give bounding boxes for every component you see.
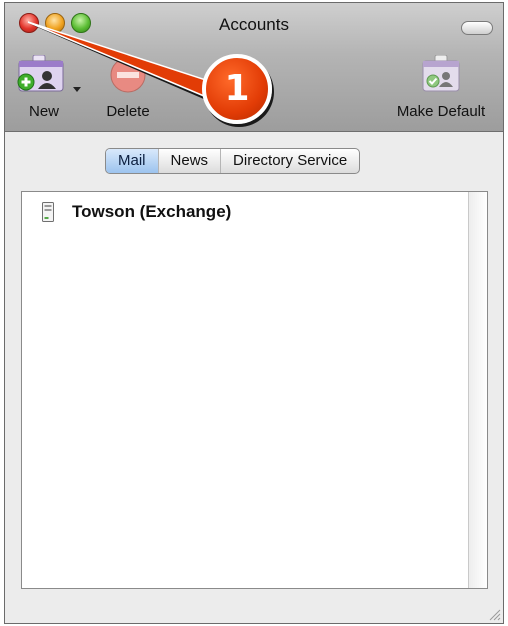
callout-number: 1	[224, 68, 250, 109]
step-callout-badge: 1	[202, 54, 272, 124]
